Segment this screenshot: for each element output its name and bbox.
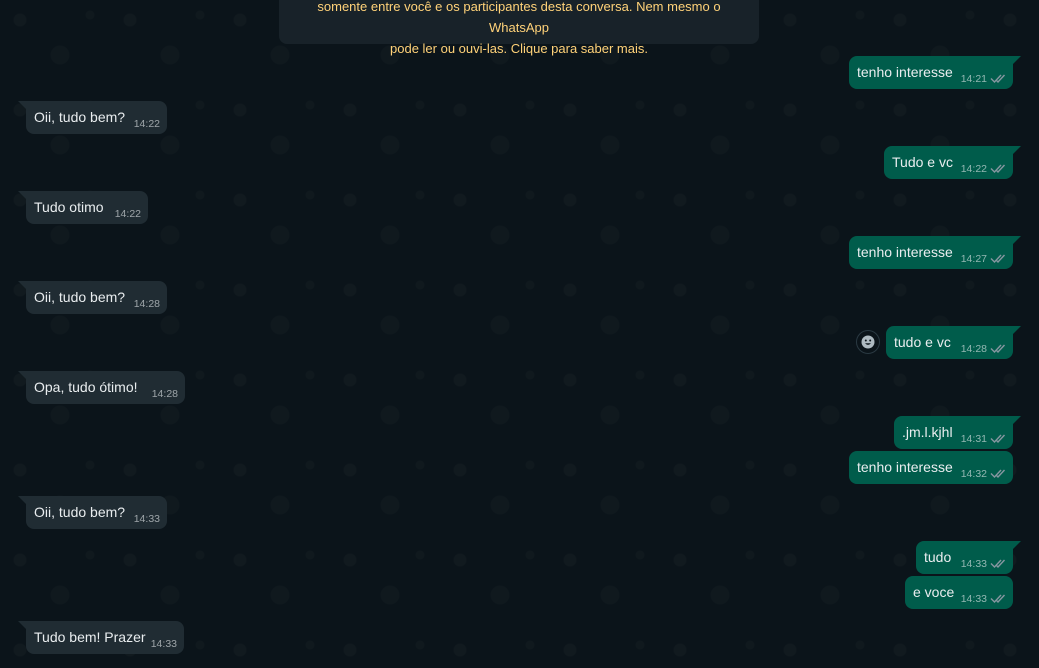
- message-time: 14:28: [133, 298, 160, 310]
- message-text: tenho interesse: [857, 244, 953, 260]
- incoming-message[interactable]: Tudo bem! Prazer 14:33: [18, 621, 184, 654]
- react-button[interactable]: [856, 330, 880, 354]
- message-time: 14:33: [150, 638, 177, 650]
- message-text: e voce: [913, 584, 955, 600]
- incoming-message[interactable]: Oii, tudo bem? 14:22: [18, 101, 167, 134]
- message-time: 14:28: [960, 343, 987, 355]
- message-text: Oii, tudo bem?: [34, 289, 126, 305]
- double-check-icon: [990, 559, 1006, 569]
- outgoing-message[interactable]: tudo 14:33: [916, 541, 1021, 574]
- outgoing-message[interactable]: e voce 14:33: [905, 576, 1013, 609]
- incoming-message[interactable]: Opa, tudo ótimo! 14:28: [18, 371, 185, 404]
- message-time: 14:22: [960, 163, 987, 175]
- message-text: Tudo bem! Prazer: [34, 629, 146, 645]
- message-text: .jm.l.kjhl: [902, 424, 953, 440]
- double-check-icon: [990, 74, 1006, 84]
- message-time: 14:33: [133, 513, 160, 525]
- double-check-icon: [990, 594, 1006, 604]
- outgoing-message[interactable]: tenho interesse 14:21: [849, 56, 1021, 89]
- double-check-icon: [990, 164, 1006, 174]
- outgoing-message[interactable]: Tudo e vc 14:22: [884, 146, 1021, 179]
- outgoing-message[interactable]: .jm.l.kjhl 14:31: [894, 416, 1021, 449]
- encryption-notice-line2: pode ler ou ouvi-las. Clique para saber …: [390, 41, 648, 56]
- message-time: 14:21: [960, 73, 987, 85]
- message-text: Oii, tudo bem?: [34, 109, 126, 125]
- message-time: 14:33: [960, 593, 987, 605]
- encryption-notice[interactable]: somente entre você e os participantes de…: [279, 0, 759, 56]
- incoming-message[interactable]: Oii, tudo bem? 14:28: [18, 281, 167, 314]
- message-time: 14:22: [114, 208, 141, 220]
- message-time: 14:22: [133, 118, 160, 130]
- encryption-notice-line1: somente entre você e os participantes de…: [317, 0, 721, 35]
- double-check-icon: [990, 254, 1006, 264]
- message-time: 14:33: [960, 558, 987, 570]
- chat-panel[interactable]: somente entre você e os participantes de…: [0, 0, 1039, 668]
- message-text: tudo e vc: [894, 334, 951, 350]
- message-text: Opa, tudo ótimo!: [34, 379, 138, 395]
- emoji-smile-icon: [861, 335, 875, 349]
- incoming-message[interactable]: Oii, tudo bem? 14:33: [18, 496, 167, 529]
- double-check-icon: [990, 434, 1006, 444]
- outgoing-message[interactable]: tenho interesse 14:32: [849, 451, 1013, 484]
- message-time: 14:31: [960, 433, 987, 445]
- double-check-icon: [990, 469, 1006, 479]
- double-check-icon: [990, 344, 1006, 354]
- message-text: tenho interesse: [857, 64, 953, 80]
- message-text: Tudo otimo: [34, 199, 104, 215]
- message-time: 14:32: [960, 468, 987, 480]
- message-text: Tudo e vc: [892, 154, 953, 170]
- message-time: 14:27: [960, 253, 987, 265]
- message-time: 14:28: [151, 388, 178, 400]
- message-text: Oii, tudo bem?: [34, 504, 126, 520]
- outgoing-message[interactable]: tenho interesse 14:27: [849, 236, 1021, 269]
- message-text: tudo: [924, 549, 952, 565]
- message-text: tenho interesse: [857, 459, 953, 475]
- incoming-message[interactable]: Tudo otimo 14:22: [18, 191, 148, 224]
- outgoing-message[interactable]: tudo e vc 14:28: [886, 326, 1021, 359]
